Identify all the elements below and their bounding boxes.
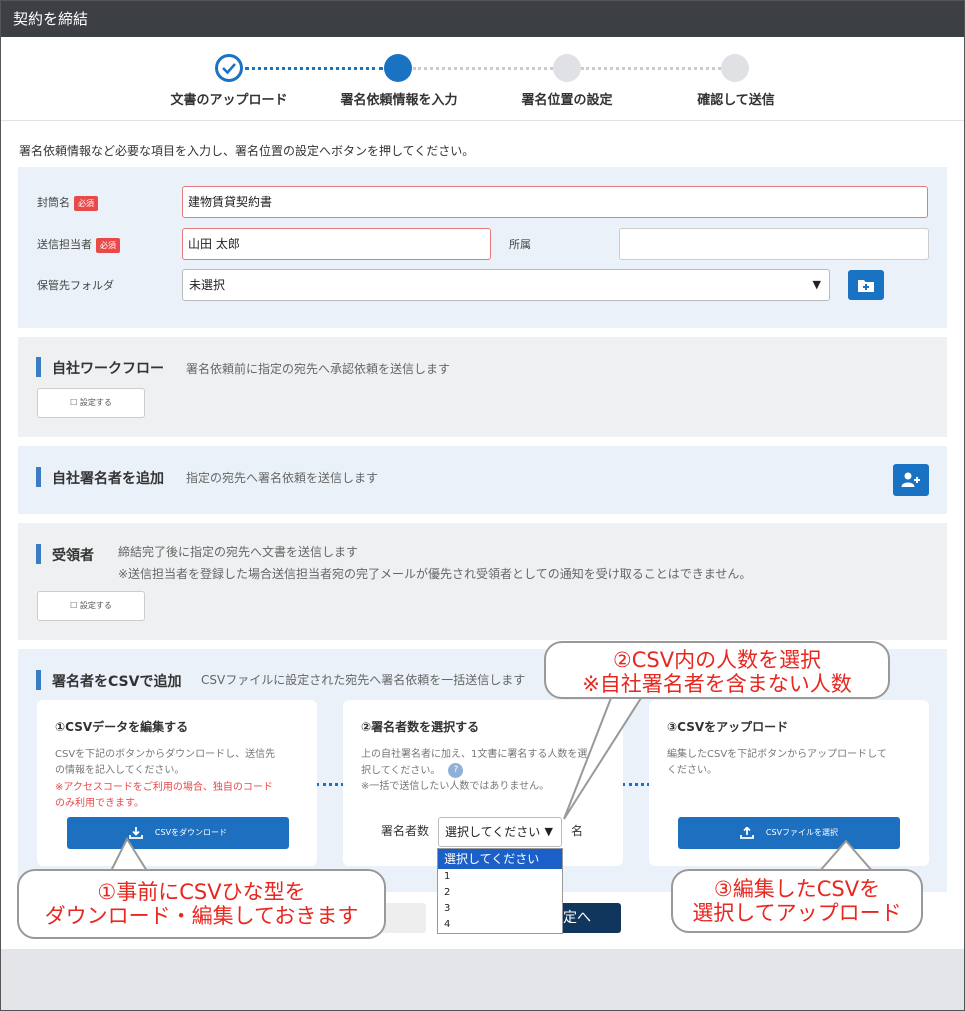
dropdown-option[interactable]: 4 bbox=[438, 917, 562, 933]
add-signer-button[interactable] bbox=[893, 464, 929, 496]
signer-count-text: 択してください。? bbox=[361, 763, 464, 780]
csv-edit-text: CSVを下記のボタンからダウンロードし、送信先 bbox=[55, 749, 276, 760]
step-label-position: 署名位置の設定 bbox=[521, 93, 613, 108]
check-icon bbox=[215, 54, 243, 82]
folder-label: 保管先フォルダ bbox=[37, 279, 114, 292]
required-badge: 必須 bbox=[74, 195, 98, 211]
csv-download-label: CSVをダウンロード bbox=[154, 828, 228, 837]
signer-count-select[interactable]: 選択してください ▼ bbox=[438, 817, 562, 847]
dropdown-option[interactable]: 選択してください bbox=[438, 849, 562, 869]
signer-count-unit: 名 bbox=[571, 824, 584, 838]
signer-count-dropdown: 選択してください 1 2 3 4 bbox=[437, 848, 563, 934]
chevron-down-icon: ▼ bbox=[544, 825, 553, 838]
workflow-title: 自社ワークフロー bbox=[36, 357, 164, 378]
signer-count-select-value: 選択してください bbox=[445, 825, 541, 839]
stepper: 文書のアップロード 署名依頼情報を入力 署名位置の設定 確認して送信 bbox=[1, 37, 964, 121]
workflow-setting-button[interactable]: ☐ 設定する bbox=[37, 388, 145, 418]
card-connector bbox=[622, 783, 650, 786]
signer-count-label: 署名者数 bbox=[381, 824, 430, 838]
step-label-info: 署名依頼情報を入力 bbox=[340, 93, 458, 108]
callout-step3: ③編集したCSVを 選択してアップロード bbox=[671, 869, 923, 933]
next-button-label: 定へ bbox=[563, 910, 591, 926]
step-pending-marker bbox=[553, 54, 581, 82]
intro-text: 署名依頼情報など必要な項目を入力し、署名位置の設定へボタンを押してください。 bbox=[19, 144, 475, 158]
user-plus-icon bbox=[901, 472, 920, 487]
csv-upload-text: ください。 bbox=[667, 765, 717, 776]
step-label-confirm: 確認して送信 bbox=[697, 93, 775, 108]
required-badge: 必須 bbox=[96, 237, 120, 253]
csv-edit-card: ①CSVデータを編集する CSVを下記のボタンからダウンロードし、送信先 の情報… bbox=[37, 700, 317, 866]
upload-icon bbox=[740, 825, 754, 839]
help-icon[interactable]: ? bbox=[448, 763, 464, 778]
affiliation-input[interactable] bbox=[619, 228, 929, 260]
dropdown-option[interactable]: 3 bbox=[438, 901, 562, 917]
step-connector bbox=[413, 67, 553, 70]
callout-step1-line1: ①事前にCSVひな型を bbox=[97, 880, 306, 904]
csv-upload-button[interactable]: CSVファイルを選択 bbox=[678, 817, 900, 849]
add-folder-button[interactable] bbox=[848, 270, 884, 300]
envelope-label: 封筒名 必須 bbox=[37, 194, 98, 211]
callout-step2-line1: ②CSV内の人数を選択 bbox=[612, 648, 822, 672]
recipient-desc: 締結完了後に指定の宛先へ文書を送信します bbox=[118, 545, 359, 559]
csv-upload-label: CSVファイルを選択 bbox=[765, 828, 839, 837]
add-signer-section: 自社署名者を追加 指定の宛先へ署名依頼を送信します bbox=[18, 446, 947, 514]
main-panel: 文書のアップロード 署名依頼情報を入力 署名位置の設定 確認して送信 署名依頼情… bbox=[1, 37, 964, 949]
window-title: 契約を締結 bbox=[1, 1, 964, 37]
sender-label: 送信担当者 必須 bbox=[37, 236, 120, 253]
csv-edit-text: の情報を記入してください。 bbox=[55, 765, 185, 776]
dropdown-option[interactable]: 1 bbox=[438, 869, 562, 885]
csv-edit-note: ※アクセスコードをご利用の場合、独自のコード bbox=[55, 782, 273, 793]
envelope-name-input[interactable]: 建物賃貸契約書 bbox=[182, 186, 928, 218]
folder-select-value: 未選択 bbox=[189, 278, 226, 292]
signer-count-note: ※一括で送信したい人数ではありません。 bbox=[361, 781, 550, 792]
step-connector bbox=[581, 67, 721, 70]
csv-upload-text: 編集したCSVを下記ボタンからアップロードして bbox=[667, 749, 887, 760]
csv-download-button[interactable]: CSVをダウンロード bbox=[67, 817, 289, 849]
folder-plus-icon bbox=[858, 280, 874, 292]
callout-step2: ②CSV内の人数を選択 ※自社署名者を含まない人数 bbox=[544, 641, 890, 699]
recipient-setting-button[interactable]: ☐ 設定する bbox=[37, 591, 145, 621]
dropdown-option[interactable]: 2 bbox=[438, 885, 562, 901]
callout-step1: ①事前にCSVひな型を ダウンロード・編集しておきます bbox=[17, 869, 386, 939]
csv-upload-card: ③CSVをアップロード 編集したCSVを下記ボタンからアップロードして ください… bbox=[649, 700, 929, 866]
step-pending-marker bbox=[721, 54, 749, 82]
csv-edit-note: のみ利用できます。 bbox=[55, 798, 144, 809]
callout-step1-line2: ダウンロード・編集しておきます bbox=[44, 904, 359, 928]
callout-step3-line1: ③編集したCSVを bbox=[713, 877, 881, 901]
download-icon bbox=[129, 826, 143, 839]
card-connector bbox=[316, 783, 344, 786]
basic-info-section: 封筒名 必須 建物賃貸契約書 送信担当者 必須 山田 太郎 所属 保管先フォルダ 未… bbox=[18, 167, 947, 328]
csv-upload-title: ③CSVをアップロード bbox=[667, 720, 789, 734]
callout-step2-line2: ※自社署名者を含まない人数 bbox=[582, 672, 852, 696]
sender-input[interactable]: 山田 太郎 bbox=[182, 228, 491, 260]
signer-count-card: ②署名者数を選択する 上の自社署名者に加え、1文書に署名する人数を選 択してくだ… bbox=[343, 700, 623, 866]
workflow-section: 自社ワークフロー 署名依頼前に指定の宛先へ承認依頼を送信します ☐ 設定する bbox=[18, 337, 947, 437]
csv-desc: CSVファイルに設定された宛先へ署名依頼を一括送信します bbox=[201, 673, 526, 687]
step-label-upload: 文書のアップロード bbox=[170, 93, 288, 108]
folder-select[interactable]: 未選択 ▼ bbox=[182, 269, 830, 301]
recipient-section: 受領者 締結完了後に指定の宛先へ文書を送信します ※送信担当者を登録した場合送信… bbox=[18, 523, 947, 640]
csv-title: 署名者をCSVで追加 bbox=[36, 670, 181, 691]
recipient-title: 受領者 bbox=[36, 544, 94, 565]
chevron-down-icon: ▼ bbox=[812, 278, 821, 291]
signer-count-text: 上の自社署名者に加え、1文書に署名する人数を選 bbox=[361, 749, 588, 760]
signer-count-title: ②署名者数を選択する bbox=[361, 720, 480, 734]
callout-step3-line2: 選択してアップロード bbox=[692, 901, 902, 925]
affiliation-label: 所属 bbox=[509, 238, 531, 251]
csv-edit-title: ①CSVデータを編集する bbox=[55, 720, 189, 734]
recipient-note: ※送信担当者を登録した場合送信担当者宛の完了メールが優先され受領者としての通知を… bbox=[118, 567, 752, 581]
step-connector bbox=[245, 67, 383, 70]
step-current-marker bbox=[384, 54, 412, 82]
app-window: 契約を締結 文書のアップロード 署名依頼情報を入力 署名位置の設定 確認して送信… bbox=[0, 0, 965, 1011]
workflow-desc: 署名依頼前に指定の宛先へ承認依頼を送信します bbox=[186, 362, 451, 376]
add-signer-title: 自社署名者を追加 bbox=[36, 467, 164, 488]
add-signer-desc: 指定の宛先へ署名依頼を送信します bbox=[186, 471, 379, 485]
